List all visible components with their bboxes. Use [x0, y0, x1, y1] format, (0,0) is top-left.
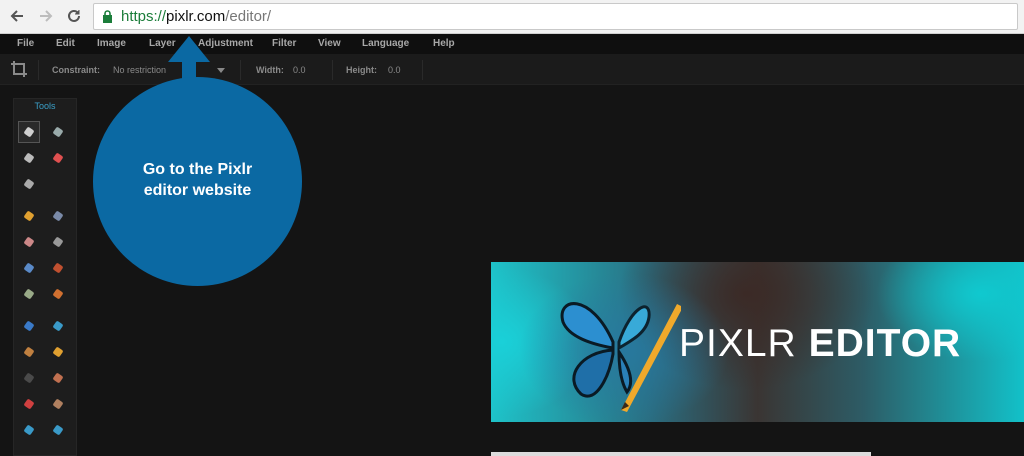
marquee-tool-icon: [24, 153, 34, 163]
menu-help[interactable]: Help: [433, 38, 455, 49]
url-path: /editor/: [225, 8, 272, 25]
gradient-tool-icon: [24, 263, 34, 273]
callout-bubble: Go to the Pixlr editor website: [93, 77, 302, 286]
logo-text-editor: EDITOR: [808, 322, 962, 365]
move-tool-icon: [53, 127, 63, 137]
url-host: pixlr.com: [166, 8, 226, 25]
clone-stamp-tool-button[interactable]: [47, 257, 69, 279]
menu-file[interactable]: File: [17, 38, 34, 49]
crop-tool-button[interactable]: [18, 121, 40, 143]
smudge-tool-button[interactable]: [18, 341, 40, 363]
tools-panel-title: Tools: [34, 101, 56, 111]
bloat-tool-icon: [24, 425, 34, 435]
burn-tool-button[interactable]: [47, 367, 69, 389]
pinch-tool-button[interactable]: [47, 419, 69, 441]
tool-options-bar: Constraint: No restriction Width: 0.0 He…: [0, 54, 1024, 85]
pencil-tool-button[interactable]: [18, 205, 40, 227]
divider: [422, 60, 423, 80]
paint-bucket-tool-button[interactable]: [47, 231, 69, 253]
brush-tool-icon: [53, 211, 63, 221]
lasso-tool-icon: [53, 153, 63, 163]
menu-view[interactable]: View: [318, 38, 341, 49]
callout-text: Go to the Pixlr editor website: [93, 159, 302, 201]
lasso-tool-button[interactable]: [47, 147, 69, 169]
brush-tool-button[interactable]: [47, 205, 69, 227]
move-tool-button[interactable]: [47, 121, 69, 143]
menu-bar: File Edit Image Layer Adjustment Filter …: [0, 34, 1024, 54]
clone-stamp-tool-icon: [53, 263, 63, 273]
divider: [332, 60, 333, 80]
magic-wand-tool-icon: [24, 179, 34, 189]
magic-wand-tool-button[interactable]: [18, 173, 40, 195]
paint-bucket-tool-icon: [53, 237, 63, 247]
width-label: Width:: [256, 65, 284, 75]
forward-button[interactable]: [35, 5, 57, 27]
blur-tool-button[interactable]: [18, 315, 40, 337]
url-protocol: https://: [121, 8, 167, 25]
constraint-label: Constraint:: [52, 65, 100, 75]
sponge-tool-icon: [53, 347, 63, 357]
color-replace-tool-icon: [24, 289, 34, 299]
back-button[interactable]: [6, 5, 28, 27]
address-bar[interactable]: https://pixlr.com/editor/: [93, 3, 1018, 30]
dodge-tool-icon: [24, 373, 34, 383]
eraser-tool-icon: [24, 237, 34, 247]
browser-toolbar: https://pixlr.com/editor/: [0, 0, 1024, 34]
burn-tool-icon: [53, 373, 63, 383]
menu-language[interactable]: Language: [362, 38, 409, 49]
crop-icon: [11, 61, 27, 77]
logo-text-pixlr: PIXLR: [679, 322, 809, 365]
chevron-down-icon[interactable]: [217, 68, 225, 73]
width-field[interactable]: 0.0: [293, 65, 306, 75]
sponge-tool-button[interactable]: [47, 341, 69, 363]
menu-filter[interactable]: Filter: [272, 38, 296, 49]
butterfly-logo-icon: [560, 302, 681, 412]
eraser-tool-button[interactable]: [18, 231, 40, 253]
menu-edit[interactable]: Edit: [56, 38, 75, 49]
pencil-tool-icon: [24, 211, 34, 221]
menu-image[interactable]: Image: [97, 38, 126, 49]
tools-panel: Tools: [13, 98, 77, 456]
sharpen-tool-button[interactable]: [47, 315, 69, 337]
callout-line-2: editor website: [143, 182, 252, 199]
red-eye-tool-icon: [24, 399, 34, 409]
reload-button[interactable]: [63, 5, 85, 27]
splash-screen: PIXLR EDITOR: [491, 262, 1024, 422]
crop-tool-icon: [24, 127, 34, 137]
spot-heal-tool-button[interactable]: [47, 393, 69, 415]
reload-icon: [68, 9, 80, 22]
height-label: Height:: [346, 65, 377, 75]
blur-tool-icon: [24, 321, 34, 331]
dodge-tool-button[interactable]: [18, 367, 40, 389]
marquee-tool-button[interactable]: [18, 147, 40, 169]
red-eye-tool-button[interactable]: [18, 393, 40, 415]
secure-lock-icon: [103, 10, 112, 23]
forward-arrow-icon: [40, 10, 53, 22]
color-replace-tool-button[interactable]: [18, 283, 40, 305]
height-field[interactable]: 0.0: [388, 65, 401, 75]
sharpen-tool-icon: [53, 321, 63, 331]
pixlr-editor-logo-text: PIXLR EDITOR: [679, 322, 961, 366]
drawing-tool-icon: [53, 289, 63, 299]
url-text: https://pixlr.com/editor/: [121, 8, 271, 25]
spot-heal-tool-icon: [53, 399, 63, 409]
loading-progress-bar: [491, 452, 871, 456]
back-arrow-icon: [10, 10, 23, 22]
constraint-select[interactable]: No restriction: [113, 65, 166, 75]
bloat-tool-button[interactable]: [18, 419, 40, 441]
smudge-tool-icon: [24, 347, 34, 357]
drawing-tool-button[interactable]: [47, 283, 69, 305]
divider: [240, 60, 241, 80]
callout-line-1: Go to the Pixlr: [142, 161, 253, 178]
gradient-tool-button[interactable]: [18, 257, 40, 279]
pinch-tool-icon: [53, 425, 63, 435]
divider: [38, 60, 39, 80]
